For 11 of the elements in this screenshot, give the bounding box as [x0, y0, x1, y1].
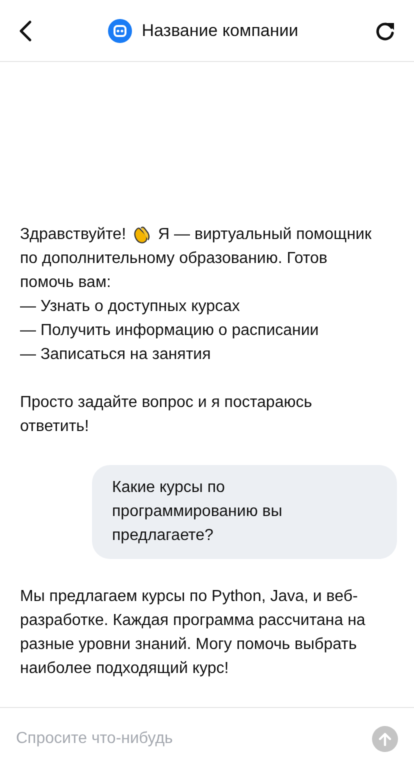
refresh-icon	[374, 20, 396, 42]
arrow-up-icon	[378, 732, 392, 746]
message-input-field[interactable]: Спросите что-нибудь	[16, 724, 364, 754]
message-text: Я — виртуальный помощник	[158, 225, 372, 245]
company-name: Название компании	[142, 20, 298, 40]
bot-logo-icon	[108, 18, 132, 42]
user-message-bubble: Какие курсы по программированию вы предлагаете?	[92, 465, 397, 559]
message-text: по дополнительному образованию. Готов помочь вам: — Узнать о доступных курсах — Получить информацию о расписании — Записаться на занятия Просто задайте вопрос и я постараюсь ответить!	[20, 249, 328, 437]
message-text: Здравствуйте!	[20, 225, 126, 245]
message-text: Мы предлагаем курсы по Python, Java, и веб-разработке. Каждая программа рассчитана на разные уровни знаний. Могу помочь выбрать наиболее подходящий курс!	[20, 587, 366, 679]
back-icon	[18, 20, 32, 42]
